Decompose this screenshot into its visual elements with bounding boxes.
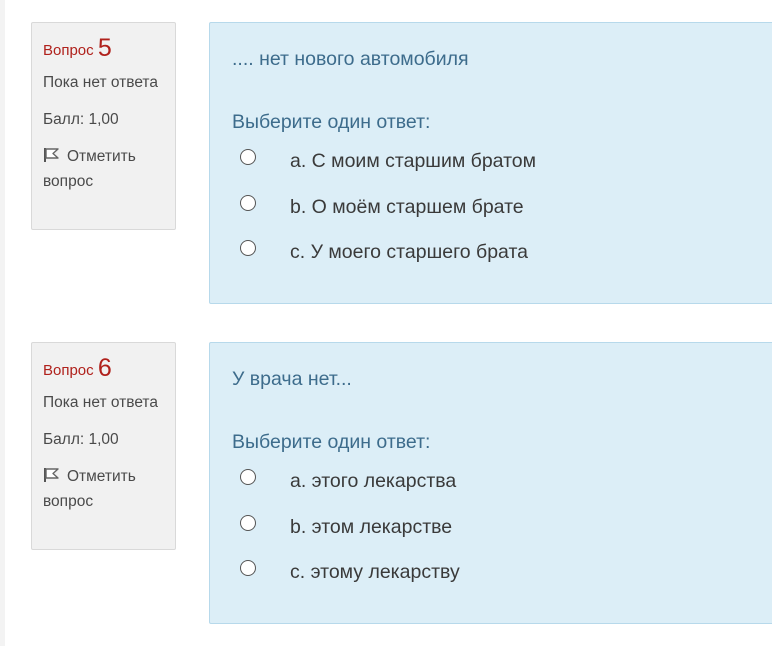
- answer-option-a[interactable]: a. С моим старшим братом: [240, 147, 760, 177]
- question-grade: Балл: 1,00: [43, 431, 119, 448]
- question-grade: Балл: 1,00: [43, 111, 119, 128]
- question-title: Вопрос 6: [43, 353, 167, 383]
- question-state: Пока нет ответа: [43, 394, 158, 411]
- answer-option-label[interactable]: c. этому лекарству: [290, 558, 460, 586]
- answer-option-label[interactable]: a. С моим старшим братом: [290, 147, 536, 175]
- radio-button[interactable]: [240, 240, 256, 256]
- answer-option-b[interactable]: b. О моём старшем брате: [240, 193, 760, 223]
- flag-question-link[interactable]: Отметить вопрос: [43, 144, 167, 194]
- question-text: .... нет нового автомобиля: [232, 48, 469, 70]
- question-state: Пока нет ответа: [43, 74, 158, 91]
- quiz-page: Вопрос 5 Пока нет ответа Балл: 1,00 Отме…: [0, 0, 772, 646]
- question-5: Вопрос 5 Пока нет ответа Балл: 1,00 Отме…: [0, 22, 772, 306]
- question-title-prefix: Вопрос: [43, 42, 94, 59]
- question-number: 5: [97, 34, 112, 62]
- question-title-prefix: Вопрос: [43, 362, 94, 379]
- flag-icon: [44, 468, 59, 482]
- flag-icon: [44, 148, 59, 162]
- answer-option-a[interactable]: a. этого лекарства: [240, 467, 760, 497]
- question-info-panel: Вопрос 6 Пока нет ответа Балл: 1,00 Отме…: [31, 342, 176, 550]
- question-text: У врача нет...: [232, 368, 352, 390]
- flag-question-link[interactable]: Отметить вопрос: [43, 464, 167, 514]
- question-6: Вопрос 6 Пока нет ответа Балл: 1,00 Отме…: [0, 342, 772, 626]
- question-number: 6: [97, 354, 112, 382]
- answer-option-label[interactable]: b. О моём старшем брате: [290, 193, 524, 221]
- answer-option-c[interactable]: c. этому лекарству: [240, 558, 760, 588]
- question-title: Вопрос 5: [43, 33, 167, 63]
- question-content: У врача нет... Выберите один ответ: a. э…: [209, 342, 772, 624]
- radio-button[interactable]: [240, 149, 256, 165]
- radio-button[interactable]: [240, 560, 256, 576]
- answer-option-label[interactable]: c. У моего старшего брата: [290, 238, 528, 266]
- answer-prompt: Выберите один ответ:: [232, 111, 431, 133]
- radio-button[interactable]: [240, 515, 256, 531]
- answer-option-label[interactable]: a. этого лекарства: [290, 467, 456, 495]
- radio-button[interactable]: [240, 195, 256, 211]
- radio-button[interactable]: [240, 469, 256, 485]
- answer-option-c[interactable]: c. У моего старшего брата: [240, 238, 760, 268]
- question-content: .... нет нового автомобиля Выберите один…: [209, 22, 772, 304]
- question-info-panel: Вопрос 5 Пока нет ответа Балл: 1,00 Отме…: [31, 22, 176, 230]
- answer-prompt: Выберите один ответ:: [232, 431, 431, 453]
- answer-option-b[interactable]: b. этом лекарстве: [240, 513, 760, 543]
- answer-option-label[interactable]: b. этом лекарстве: [290, 513, 452, 541]
